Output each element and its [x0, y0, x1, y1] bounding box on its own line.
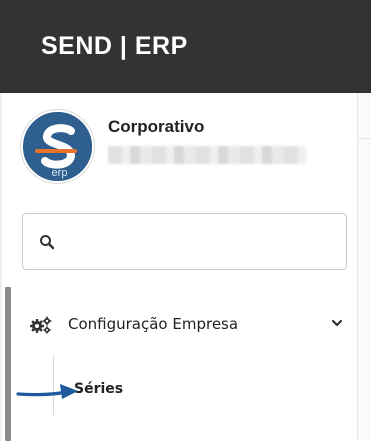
brand-title[interactable]: SEND | ERP — [41, 32, 188, 61]
app-header: SEND | ERP — [0, 0, 371, 93]
search-input[interactable] — [67, 224, 337, 260]
erp-logo-icon: erp — [23, 112, 92, 181]
avatar-text: erp — [52, 167, 68, 179]
sidebar-left-edge — [0, 93, 2, 441]
chevron-down-icon[interactable] — [331, 318, 343, 328]
account-name: Corporativo — [108, 117, 205, 136]
menu-item-configuracao-empresa[interactable]: Configuração Empresa — [22, 304, 357, 344]
account-subtitle-blurred — [108, 146, 306, 164]
gears-icon — [30, 316, 52, 334]
sidebar-search[interactable] — [22, 213, 347, 270]
menu-item-label: Configuração Empresa — [68, 315, 239, 333]
sidebar-scrollbar[interactable] — [5, 287, 11, 441]
content-divider — [358, 138, 371, 139]
annotation-arrow-icon — [16, 384, 78, 399]
avatar[interactable]: erp — [21, 110, 94, 183]
search-icon — [40, 235, 55, 250]
content-area — [358, 93, 371, 441]
